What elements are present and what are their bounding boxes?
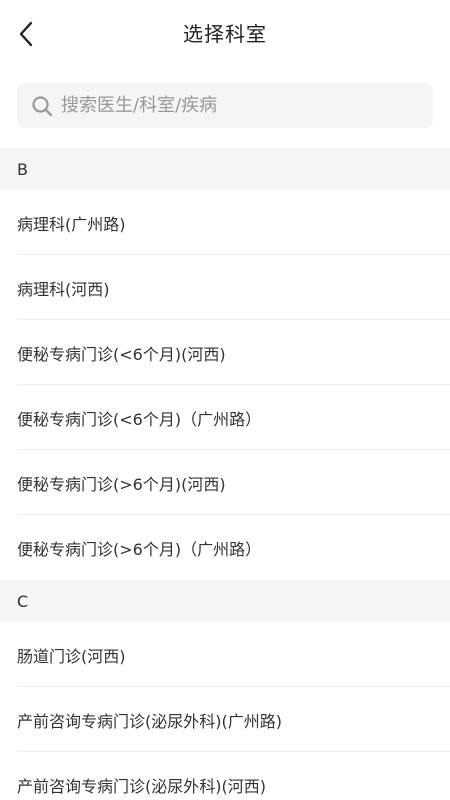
page-title: 选择科室 <box>183 22 267 46</box>
section-list: 肠道门诊(河西) 产前咨询专病门诊(泌尿外科)(广州路) 产前咨询专病门诊(泌尿外科… <box>0 622 450 800</box>
department-name: 便秘专病门诊(<6个月)（广州路） <box>17 409 262 429</box>
section-header: C <box>0 580 450 622</box>
list-item[interactable]: 便秘专病门诊(<6个月)(河西) <box>0 320 450 385</box>
department-name: 产前咨询专病门诊(泌尿外科)(河西) <box>17 776 266 796</box>
list-item[interactable]: 产前咨询专病门诊(泌尿外科)(河西) <box>0 752 450 800</box>
department-name: 便秘专病门诊(>6个月)（广州路） <box>17 539 262 559</box>
section-list: 病理科(广州路) 病理科(河西) 便秘专病门诊(<6个月)(河西) 便秘专病门诊(<6… <box>0 190 450 580</box>
department-name: 病理科(河西) <box>17 279 110 299</box>
search-bar <box>0 66 450 148</box>
list-item[interactable]: 便秘专病门诊(<6个月)（广州路） <box>0 385 450 450</box>
list-item[interactable]: 病理科(广州路) <box>0 190 450 255</box>
section-header: B <box>0 148 450 190</box>
list-item[interactable]: 便秘专病门诊(>6个月)(河西) <box>0 450 450 515</box>
list-item[interactable]: 病理科(河西) <box>0 255 450 320</box>
department-name: 便秘专病门诊(>6个月)(河西) <box>17 474 226 494</box>
header: 选择科室 <box>0 0 450 66</box>
screen: 选择科室 B 病理科(广州路) 病理科(河西) 便秘专病门诊(<6个月)(河西) 便秘专… <box>0 0 450 800</box>
department-list: B 病理科(广州路) 病理科(河西) 便秘专病门诊(<6个月)(河西) 便秘专病门诊(<… <box>0 148 450 800</box>
list-item[interactable]: 肠道门诊(河西) <box>0 622 450 687</box>
search-input[interactable] <box>61 83 433 128</box>
department-name: 便秘专病门诊(<6个月)(河西) <box>17 344 226 364</box>
department-name: 肠道门诊(河西) <box>17 646 126 666</box>
list-item[interactable]: 产前咨询专病门诊(泌尿外科)(广州路) <box>0 687 450 752</box>
search-box[interactable] <box>17 83 433 128</box>
list-item[interactable]: 便秘专病门诊(>6个月)（广州路） <box>0 515 450 580</box>
department-name: 病理科(广州路) <box>17 214 126 234</box>
search-icon <box>31 95 53 117</box>
department-name: 产前咨询专病门诊(泌尿外科)(广州路) <box>17 711 282 731</box>
